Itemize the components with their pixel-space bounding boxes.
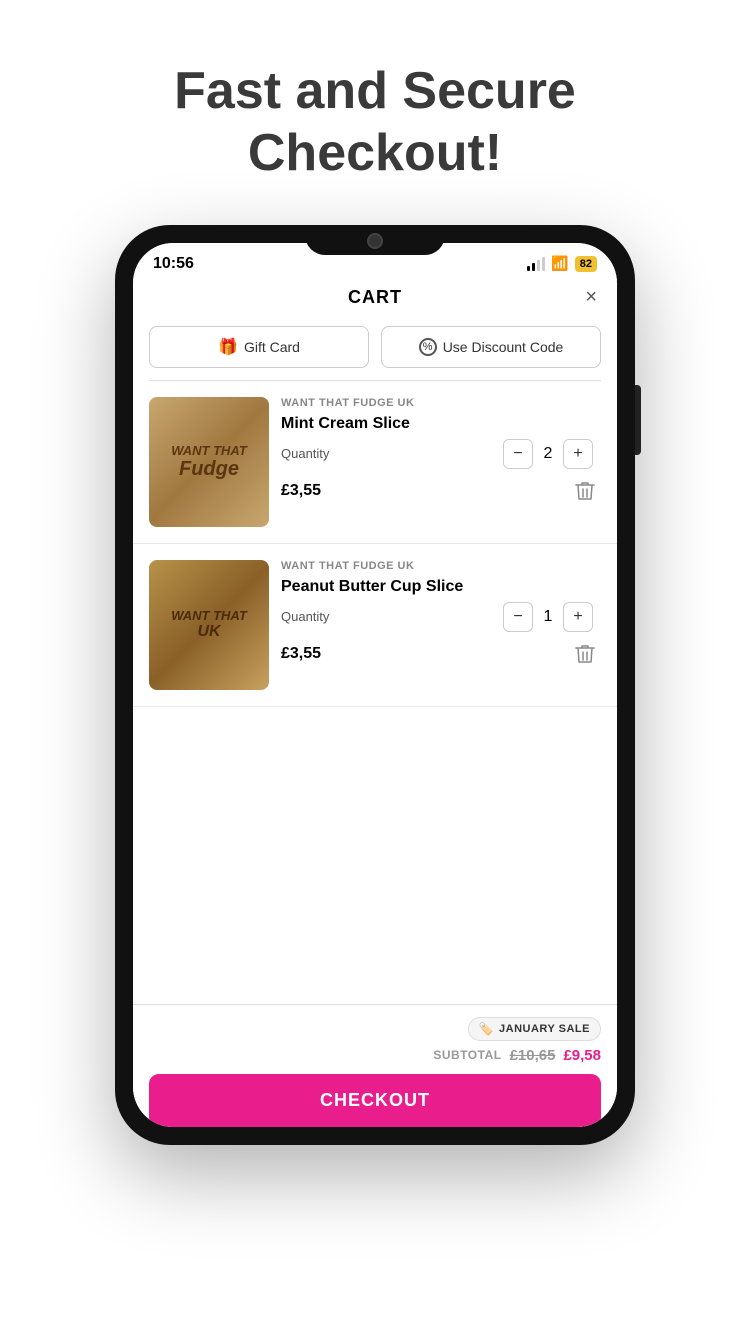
phone-screen: 10:56 📶 82 CART × 🎁 Gift Card <box>133 243 617 1127</box>
subtotal-row: SUBTOTAL £10,65 £9,58 <box>149 1047 601 1064</box>
subtotal-discounted: £9,58 <box>563 1047 601 1064</box>
sale-badge-label: JANUARY SALE <box>499 1023 590 1035</box>
item-1-quantity-controls: − 2 + <box>503 439 593 469</box>
discount-icon: % <box>419 338 437 356</box>
item-2-delete-button[interactable] <box>569 638 601 670</box>
page-title: Fast and Secure Checkout! <box>40 60 710 185</box>
gift-card-label: Gift Card <box>244 339 300 355</box>
item-2-price: £3,55 <box>281 645 321 663</box>
checkout-button[interactable]: CHECKOUT <box>149 1074 601 1127</box>
battery-badge: 82 <box>575 256 597 272</box>
item-2-decrease-button[interactable]: − <box>503 602 533 632</box>
item-1-increase-button[interactable]: + <box>563 439 593 469</box>
item-1-quantity-row: Quantity − 2 + <box>281 439 601 469</box>
item-1-price-row: £3,55 <box>281 475 601 507</box>
item-2-increase-button[interactable]: + <box>563 602 593 632</box>
item-2-image: WANT THATUK <box>149 560 269 690</box>
quantity-label-2: Quantity <box>281 609 329 624</box>
status-icons: 📶 82 <box>527 255 597 272</box>
cart-item: WANT THATUK WANT THAT FUDGE UK Peanut Bu… <box>133 544 617 707</box>
quantity-label: Quantity <box>281 446 329 461</box>
gift-icon: 🎁 <box>218 337 238 357</box>
phone-notch <box>305 225 445 255</box>
subtotal-label: SUBTOTAL <box>433 1048 501 1062</box>
discount-code-button[interactable]: % Use Discount Code <box>381 326 601 368</box>
phone-power-button <box>635 385 641 455</box>
item-1-quantity-value: 2 <box>533 445 563 463</box>
item-2-name: Peanut Butter Cup Slice <box>281 578 601 596</box>
close-button[interactable]: × <box>585 286 597 309</box>
phone-camera <box>367 233 383 249</box>
action-buttons-container: 🎁 Gift Card % Use Discount Code <box>133 318 617 380</box>
item-2-quantity-row: Quantity − 1 + <box>281 602 601 632</box>
item-1-brand: WANT THAT FUDGE UK <box>281 397 601 409</box>
sale-badge-row: 🏷️ JANUARY SALE <box>149 1017 601 1041</box>
gift-card-button[interactable]: 🎁 Gift Card <box>149 326 369 368</box>
item-1-decrease-button[interactable]: − <box>503 439 533 469</box>
item-1-name: Mint Cream Slice <box>281 415 601 433</box>
sale-tag-icon: 🏷️ <box>479 1022 494 1036</box>
item-1-image: WANT THATFudge <box>149 397 269 527</box>
item-2-details: WANT THAT FUDGE UK Peanut Butter Cup Sli… <box>281 560 601 690</box>
sale-badge: 🏷️ JANUARY SALE <box>468 1017 601 1041</box>
item-1-details: WANT THAT FUDGE UK Mint Cream Slice Quan… <box>281 397 601 527</box>
item-2-brand: WANT THAT FUDGE UK <box>281 560 601 572</box>
item-2-quantity-controls: − 1 + <box>503 602 593 632</box>
item-1-delete-button[interactable] <box>569 475 601 507</box>
item-2-price-row: £3,55 <box>281 638 601 670</box>
cart-content[interactable]: WANT THATFudge WANT THAT FUDGE UK Mint C… <box>133 381 617 1004</box>
item-1-price: £3,55 <box>281 482 321 500</box>
cart-footer: 🏷️ JANUARY SALE SUBTOTAL £10,65 £9,58 CH… <box>133 1004 617 1127</box>
signal-icon <box>527 257 545 271</box>
wifi-icon: 📶 <box>551 255 568 272</box>
page-header: Fast and Secure Checkout! <box>0 0 750 225</box>
cart-title: CART <box>348 287 402 308</box>
status-time: 10:56 <box>153 255 194 273</box>
item-2-quantity-value: 1 <box>533 608 563 626</box>
discount-code-label: Use Discount Code <box>443 339 564 355</box>
subtotal-original: £10,65 <box>510 1047 556 1064</box>
cart-item: WANT THATFudge WANT THAT FUDGE UK Mint C… <box>133 381 617 544</box>
cart-header: CART × <box>133 281 617 318</box>
cart-spacer <box>133 707 617 727</box>
phone-frame: 10:56 📶 82 CART × 🎁 Gift Card <box>115 225 635 1145</box>
